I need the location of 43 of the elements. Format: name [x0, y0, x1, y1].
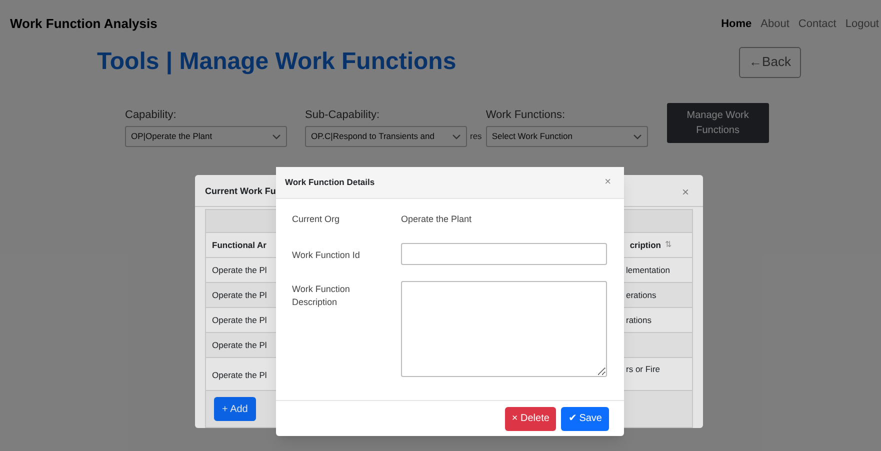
app-brand: Work Function Analysis: [10, 15, 158, 34]
table-cell-text: lementation: [626, 264, 671, 276]
close-button[interactable]: ×: [604, 174, 611, 191]
field-label: Work Function Description: [292, 282, 351, 308]
delete-button[interactable]: × Delete: [504, 406, 556, 430]
back-button[interactable]: ←Back: [739, 46, 801, 78]
caret-icon: [452, 134, 461, 140]
nav-link[interactable]: About: [760, 16, 790, 32]
field-value: Operate the Plant: [401, 213, 472, 226]
table-cell-text: erations: [626, 288, 658, 302]
field-label: Current Org: [292, 213, 341, 226]
field-label: Work Functions:: [486, 108, 566, 121]
nav-link[interactable]: Logout: [845, 16, 879, 32]
caret-icon: [272, 134, 281, 140]
manage-button[interactable]: Manage Work Functions: [666, 103, 769, 143]
select-field[interactable]: OP.C|Respond to Transients and: [305, 126, 467, 147]
nav-link[interactable]: Home: [721, 16, 752, 32]
save-button[interactable]: ✔ Save: [561, 406, 609, 430]
field-suffix: res: [470, 130, 482, 143]
table-cell: Operate the Pl: [212, 369, 267, 382]
table-cell: Operate the Pl: [212, 264, 267, 276]
select-field[interactable]: Select Work Function: [486, 126, 648, 147]
select-field[interactable]: OP|Operate the Plant: [125, 126, 287, 147]
table-cell: Operate the Pl: [212, 314, 267, 326]
field-label: Sub-Capability:: [305, 108, 381, 121]
column-header[interactable]: Functional Ar: [212, 238, 266, 252]
table-cell: Operate the Pl: [212, 288, 267, 302]
nav-link[interactable]: Contact: [798, 16, 836, 32]
page-title: Tools | Manage Work Functions: [97, 47, 456, 77]
sort-icon[interactable]: ⇅: [665, 239, 672, 251]
field-label: Work Function Id: [292, 248, 361, 262]
caret-icon: [632, 134, 642, 140]
text-area[interactable]: [401, 280, 607, 376]
text-input[interactable]: [401, 242, 607, 264]
field-label: Capability:: [125, 108, 178, 121]
modal-title: Current Work Fu: [205, 184, 276, 198]
add-button[interactable]: + Add: [214, 397, 256, 421]
table-cell-text: rations: [626, 314, 653, 326]
table-cell: Operate the Pl: [212, 338, 267, 352]
column-header[interactable]: cription: [630, 238, 661, 252]
table-cell-text: rs or Fire: [626, 363, 661, 376]
modal-title: Work Function Details: [285, 176, 375, 189]
close-button[interactable]: ×: [682, 182, 689, 200]
